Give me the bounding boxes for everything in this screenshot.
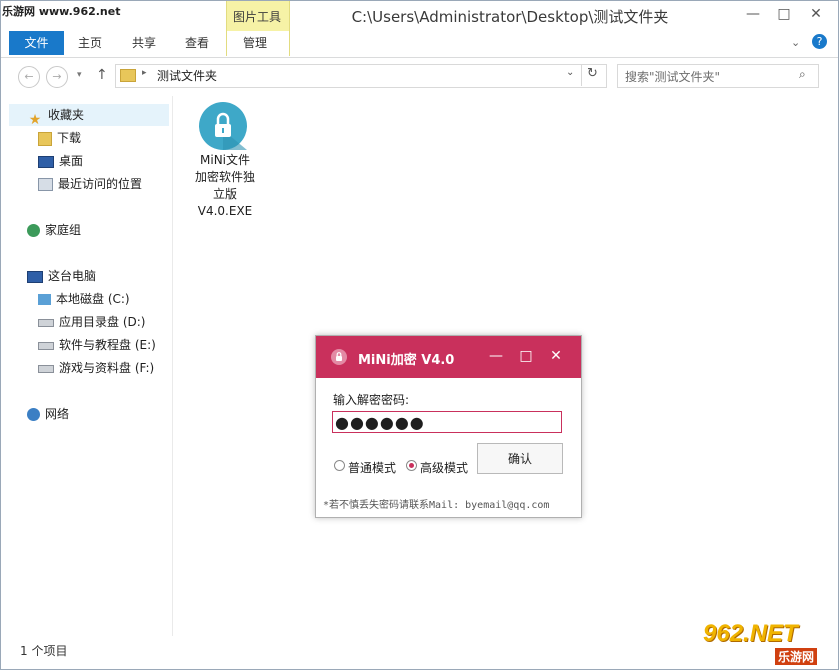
dialog-close-button[interactable]: ✕ bbox=[545, 346, 567, 366]
homegroup-icon bbox=[27, 224, 40, 237]
download-folder-icon bbox=[38, 131, 52, 146]
up-button[interactable]: ↑ bbox=[96, 67, 108, 83]
file-name-line: MiNi文件 bbox=[200, 153, 250, 167]
sidebar-item-drive-d[interactable]: 应用目录盘 (D:) bbox=[38, 311, 145, 333]
watermark-logo-sub: 乐游网 bbox=[775, 648, 818, 665]
sidebar-item-drive-f[interactable]: 游戏与资料盘 (F:) bbox=[38, 357, 154, 379]
search-placeholder: 搜索"测试文件夹" bbox=[625, 70, 721, 84]
dialog-footer-note: *若不慎丢失密码请联系Mail: byemail@qq.com bbox=[323, 500, 550, 511]
radio-normal-mode[interactable] bbox=[334, 460, 345, 471]
sidebar-divider bbox=[172, 96, 173, 636]
sidebar-item-this-pc[interactable]: 这台电脑 bbox=[27, 265, 96, 287]
normal-mode-label[interactable]: 普通模式 bbox=[348, 459, 396, 476]
tab-home[interactable]: 主页 bbox=[68, 31, 112, 55]
sidebar-item-label: 最近访问的位置 bbox=[58, 177, 143, 191]
dialog-lock-icon bbox=[331, 349, 347, 365]
close-button[interactable]: ✕ bbox=[801, 1, 831, 27]
recent-places-icon bbox=[38, 178, 53, 191]
tab-manage[interactable]: 管理 bbox=[233, 31, 277, 55]
file-name-line: 立版 bbox=[212, 187, 237, 201]
back-button[interactable]: ← bbox=[18, 66, 40, 88]
sidebar-item-label: 桌面 bbox=[59, 154, 84, 168]
sidebar-item-favorites[interactable]: ★ 收藏夹 bbox=[27, 104, 85, 128]
forward-button[interactable]: → bbox=[46, 66, 68, 88]
radio-advanced-mode[interactable] bbox=[406, 460, 417, 471]
file-item-icon[interactable] bbox=[199, 102, 247, 150]
drive-icon bbox=[38, 341, 54, 350]
sidebar-item-label: 网络 bbox=[45, 407, 70, 421]
advanced-mode-label[interactable]: 高级模式 bbox=[420, 459, 468, 476]
desktop-icon bbox=[38, 155, 54, 168]
star-icon: ★ bbox=[28, 111, 42, 128]
dialog-title: MiNi加密 V4.0 bbox=[358, 353, 455, 368]
password-field[interactable]: ●●●●●● bbox=[332, 411, 562, 433]
sidebar-item-label: 本地磁盘 (C:) bbox=[56, 292, 130, 306]
tab-share[interactable]: 共享 bbox=[122, 31, 166, 55]
confirm-button[interactable]: 确认 bbox=[477, 443, 563, 474]
file-name-line: V4.0.EXE bbox=[197, 204, 253, 218]
sidebar-item-label: 应用目录盘 (D:) bbox=[59, 315, 146, 329]
lock-icon bbox=[199, 102, 247, 150]
context-tab-label: 图片工具 bbox=[232, 10, 281, 24]
file-name-line: 加密软件独 bbox=[194, 170, 255, 184]
sidebar-item-desktop[interactable]: 桌面 bbox=[38, 150, 83, 172]
status-item-count: 1 个项目 bbox=[20, 644, 68, 658]
watermark-text: 乐游网 www.962.net bbox=[2, 5, 121, 18]
window-title: C:\Users\Administrator\Desktop\测试文件夹 bbox=[351, 8, 669, 26]
address-dropdown-icon[interactable]: ⌄ bbox=[566, 67, 574, 78]
drive-icon bbox=[38, 318, 54, 327]
dialog-minimize-button[interactable]: — bbox=[485, 346, 507, 366]
sidebar-item-label: 游戏与资料盘 (F:) bbox=[59, 361, 155, 375]
sidebar-item-label: 软件与教程盘 (E:) bbox=[59, 338, 156, 352]
sidebar-item-downloads[interactable]: 下载 bbox=[38, 127, 81, 149]
sidebar-item-recent[interactable]: 最近访问的位置 bbox=[38, 173, 142, 195]
watermark-logo: 962.NET 乐游网 bbox=[703, 620, 833, 665]
drive-icon bbox=[38, 364, 54, 373]
sidebar-item-homegroup[interactable]: 家庭组 bbox=[27, 219, 81, 241]
sidebar-item-label: 家庭组 bbox=[45, 223, 82, 237]
breadcrumb-separator-icon: ▸ bbox=[142, 68, 147, 78]
sidebar-item-label: 下载 bbox=[57, 131, 82, 145]
watermark-logo-text: 962.NET bbox=[703, 620, 798, 647]
address-divider bbox=[581, 64, 582, 86]
network-icon bbox=[27, 408, 40, 421]
minimize-button[interactable]: — bbox=[738, 1, 768, 27]
dialog-maximize-button[interactable]: □ bbox=[515, 346, 537, 366]
chevron-down-icon[interactable]: ⌄ bbox=[791, 36, 800, 49]
sidebar-item-drive-e[interactable]: 软件与教程盘 (E:) bbox=[38, 334, 156, 356]
folder-icon bbox=[120, 69, 136, 82]
refresh-icon[interactable]: ↻ bbox=[587, 66, 598, 81]
password-label: 输入解密密码: bbox=[333, 393, 410, 407]
search-icon[interactable]: ⌕ bbox=[799, 67, 806, 82]
maximize-button[interactable]: □ bbox=[769, 1, 799, 27]
file-item-name[interactable]: MiNi文件 加密软件独 立版 V4.0.EXE bbox=[185, 152, 265, 220]
tab-file[interactable]: 文件 bbox=[9, 31, 64, 55]
sidebar-item-drive-c[interactable]: 本地磁盘 (C:) bbox=[38, 288, 130, 310]
breadcrumb-current[interactable]: 测试文件夹 bbox=[157, 67, 217, 84]
recent-chevron-icon[interactable]: ▾ bbox=[77, 70, 82, 80]
sidebar-item-network[interactable]: 网络 bbox=[27, 403, 69, 425]
help-icon[interactable]: ? bbox=[812, 34, 827, 49]
sidebar-item-label: 这台电脑 bbox=[48, 269, 97, 283]
windows-drive-icon bbox=[38, 294, 51, 305]
computer-icon bbox=[27, 270, 43, 283]
sidebar-item-label: 收藏夹 bbox=[48, 108, 85, 122]
tab-view[interactable]: 查看 bbox=[175, 31, 219, 55]
